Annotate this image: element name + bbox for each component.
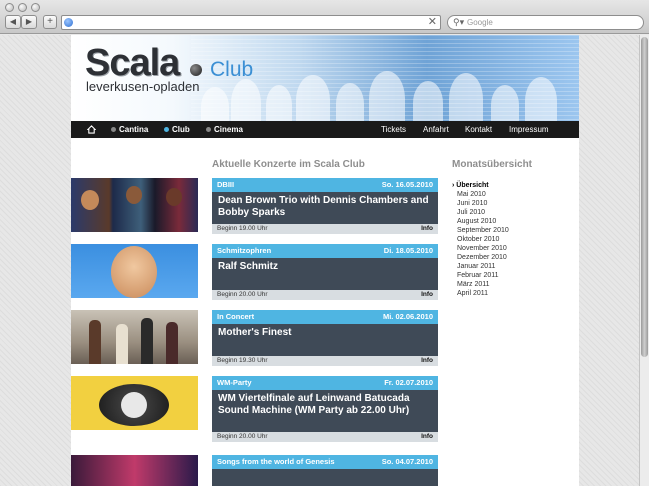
month-overview-heading: Monatsübersicht [452, 159, 533, 170]
concerts-heading: Aktuelle Konzerte im Scala Club [212, 159, 365, 170]
globe-icon [64, 18, 73, 27]
event-info-link[interactable]: Info [421, 224, 433, 234]
web-page: Scala Club leverkusen-opladen Cantina Cl… [71, 35, 579, 486]
scrollbar-thumb[interactable] [641, 37, 648, 357]
event-photo[interactable] [71, 455, 198, 486]
main-nav: Cantina Club Cinema Tickets Anfahrt Kont… [71, 121, 579, 138]
event-title[interactable]: Ralf Schmitz [212, 258, 438, 290]
month-link[interactable]: Dezember 2010 [452, 253, 509, 262]
address-bar[interactable]: ✕ [61, 15, 441, 30]
event-begin: Beginn 20.00 Uhr [217, 433, 268, 440]
nav-club-label: Club [172, 125, 190, 134]
back-button[interactable]: ◀ [5, 15, 21, 29]
event-info-link[interactable]: Info [421, 290, 433, 300]
bullet-icon [206, 127, 211, 132]
site-header: Scala Club leverkusen-opladen [71, 35, 579, 121]
month-link[interactable]: Oktober 2010 [452, 235, 509, 244]
event-photo[interactable] [71, 244, 198, 298]
event-date: Mi. 02.06.2010 [382, 312, 433, 321]
clear-url-icon[interactable]: ✕ [428, 16, 437, 29]
home-icon[interactable] [87, 125, 96, 134]
event-photo[interactable] [71, 310, 198, 364]
event-category: Schmitzophren [217, 246, 272, 255]
bullet-icon [111, 127, 116, 132]
event-header: DBIII So. 16.05.2010 [212, 178, 438, 192]
nav-cantina[interactable]: Cantina [111, 121, 148, 138]
month-link[interactable]: Februar 2011 [452, 271, 509, 280]
event-begin: Beginn 19.00 Uhr [217, 225, 268, 232]
event-title[interactable]: Mother's Finest [212, 324, 438, 356]
nav-club[interactable]: Club [164, 121, 190, 138]
nav-kontakt[interactable]: Kontakt [465, 121, 492, 138]
back-arrow-icon: ◀ [9, 17, 17, 26]
event-category: In Concert [217, 312, 255, 321]
event-date: Di. 18.05.2010 [383, 246, 433, 255]
event-header: Songs from the world of Genesis So. 04.0… [212, 455, 438, 469]
event-date: Fr. 02.07.2010 [384, 378, 433, 387]
forward-button[interactable]: ▶ [21, 15, 37, 29]
event-header: In Concert Mi. 02.06.2010 [212, 310, 438, 324]
event-begin: Beginn 20.00 Uhr [217, 291, 268, 298]
month-link[interactable]: April 2011 [452, 289, 509, 298]
nav-impressum[interactable]: Impressum [509, 121, 549, 138]
event-begin: Beginn 19.30 Uhr [217, 357, 268, 364]
event-footer: Beginn 19.30 Uhr Info [212, 356, 438, 366]
nav-cinema[interactable]: Cinema [206, 121, 243, 138]
event-photo[interactable] [71, 376, 198, 430]
month-link[interactable]: August 2010 [452, 217, 509, 226]
month-link[interactable]: März 2011 [452, 280, 509, 289]
zoom-window-button[interactable] [31, 3, 40, 12]
event-category: DBIII [217, 180, 235, 189]
logo-club: Club [210, 58, 254, 81]
minimize-window-button[interactable] [18, 3, 27, 12]
event-header: WM-Party Fr. 02.07.2010 [212, 376, 438, 390]
event-header: Schmitzophren Di. 18.05.2010 [212, 244, 438, 258]
add-bookmark-button[interactable]: + [43, 15, 57, 29]
event-photo[interactable] [71, 178, 198, 232]
event-category: WM-Party [217, 378, 252, 387]
close-window-button[interactable] [5, 3, 14, 12]
browser-viewport: Scala Club leverkusen-opladen Cantina Cl… [0, 35, 639, 486]
event-footer: Beginn 19.00 Uhr Info [212, 224, 438, 234]
event-info-link[interactable]: Info [421, 432, 433, 442]
month-link[interactable]: Juli 2010 [452, 208, 509, 217]
browser-toolbar: ◀ ▶ + ✕ ⚲▾ Google [0, 0, 649, 34]
month-link[interactable]: September 2010 [452, 226, 509, 235]
forward-arrow-icon: ▶ [25, 17, 33, 26]
logo-name[interactable]: Scala [85, 43, 180, 83]
plus-icon: + [47, 16, 53, 27]
event-title[interactable] [212, 469, 438, 486]
nav-tickets[interactable]: Tickets [381, 121, 406, 138]
search-icon: ⚲▾ [453, 17, 465, 27]
event-footer: Beginn 20.00 Uhr Info [212, 432, 438, 442]
event-date: So. 04.07.2010 [381, 457, 433, 466]
search-field[interactable]: ⚲▾ Google [447, 15, 644, 30]
nav-cinema-label: Cinema [214, 125, 243, 134]
logo-tagline: leverkusen-opladen [86, 79, 200, 94]
month-list: Übersicht Mai 2010 Juni 2010 Juli 2010 A… [452, 181, 509, 298]
event-footer: Beginn 20.00 Uhr Info [212, 290, 438, 300]
nav-anfahrt[interactable]: Anfahrt [423, 121, 449, 138]
vertical-scrollbar[interactable] [639, 35, 649, 486]
nav-cantina-label: Cantina [119, 125, 149, 134]
bullet-icon [164, 127, 169, 132]
search-placeholder: Google [467, 18, 493, 27]
event-title[interactable]: Dean Brown Trio with Dennis Chambers and… [212, 192, 438, 224]
month-link[interactable]: Juni 2010 [452, 199, 509, 208]
event-info-link[interactable]: Info [421, 356, 433, 366]
logo-dot-icon [190, 64, 202, 76]
event-date: So. 16.05.2010 [381, 180, 433, 189]
event-category: Songs from the world of Genesis [217, 457, 335, 466]
month-link[interactable]: Mai 2010 [452, 190, 509, 199]
event-title[interactable]: WM Viertelfinale auf Leinwand Batucada S… [212, 390, 438, 432]
month-link[interactable]: Übersicht [452, 181, 509, 190]
month-link[interactable]: Januar 2011 [452, 262, 509, 271]
month-link[interactable]: November 2010 [452, 244, 509, 253]
